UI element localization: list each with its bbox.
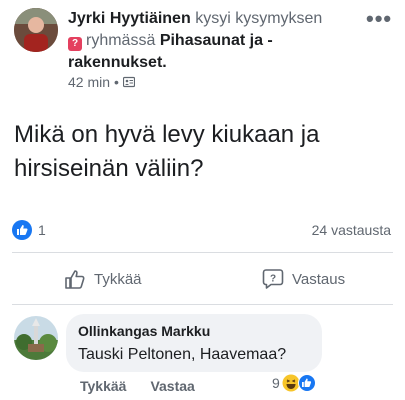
post-header: Jyrki Hyytiäinen kysyi kysymyksen ? ryhmä… [68, 8, 368, 74]
thumbs-up-icon [65, 270, 85, 289]
like-reaction-icon [12, 220, 32, 240]
meta-separator: • [114, 74, 119, 90]
commenter-photo [14, 316, 58, 360]
answer-button-label: Vastaus [292, 270, 346, 288]
commenter-avatar[interactable] [14, 316, 58, 360]
author-name[interactable]: Jyrki Hyytiäinen [68, 10, 191, 27]
audience-icon[interactable] [122, 76, 135, 88]
comment-reaction-count: 9 [272, 375, 280, 391]
comment-bubble: Ollinkangas Markku Tauski Peltonen, Haav… [66, 314, 322, 372]
post-meta: 42 min • [68, 74, 135, 90]
commenter-name[interactable]: Ollinkangas Markku [78, 322, 310, 340]
more-dots-icon[interactable]: ••• [366, 6, 392, 32]
answer-count[interactable]: 24 vastausta [312, 222, 391, 238]
svg-text:?: ? [270, 274, 276, 285]
post-action-text: kysyi kysymyksen [195, 10, 323, 27]
reaction-summary[interactable]: 1 [12, 220, 46, 240]
divider-bottom [12, 304, 393, 305]
group-badge-icon: ? [68, 37, 82, 51]
post-time[interactable]: 42 min [68, 74, 110, 90]
comment-like-button[interactable]: Tykkää [80, 378, 126, 394]
comment-text: Tauski Peltonen, Haavemaa? [78, 346, 287, 363]
like-button[interactable]: Tykkää [64, 268, 142, 290]
comment-reactions[interactable]: 9 [272, 374, 316, 392]
question-text: Mikä on hyvä levy kiukaan ja hirsiseinän… [14, 121, 320, 182]
author-photo [14, 8, 58, 52]
answer-button[interactable]: ? Vastaus [262, 268, 345, 290]
like-reaction-icon [297, 374, 316, 392]
divider-top [12, 252, 393, 253]
author-avatar[interactable] [14, 8, 58, 52]
comment-actions: Tykkää Vastaa [80, 378, 195, 394]
in-group-text: ryhmässä [86, 32, 156, 49]
comment-reply-button[interactable]: Vastaa [150, 378, 194, 394]
like-button-label: Tykkää [94, 270, 142, 288]
question-bubble-icon: ? [262, 269, 284, 289]
like-count: 1 [38, 222, 46, 238]
